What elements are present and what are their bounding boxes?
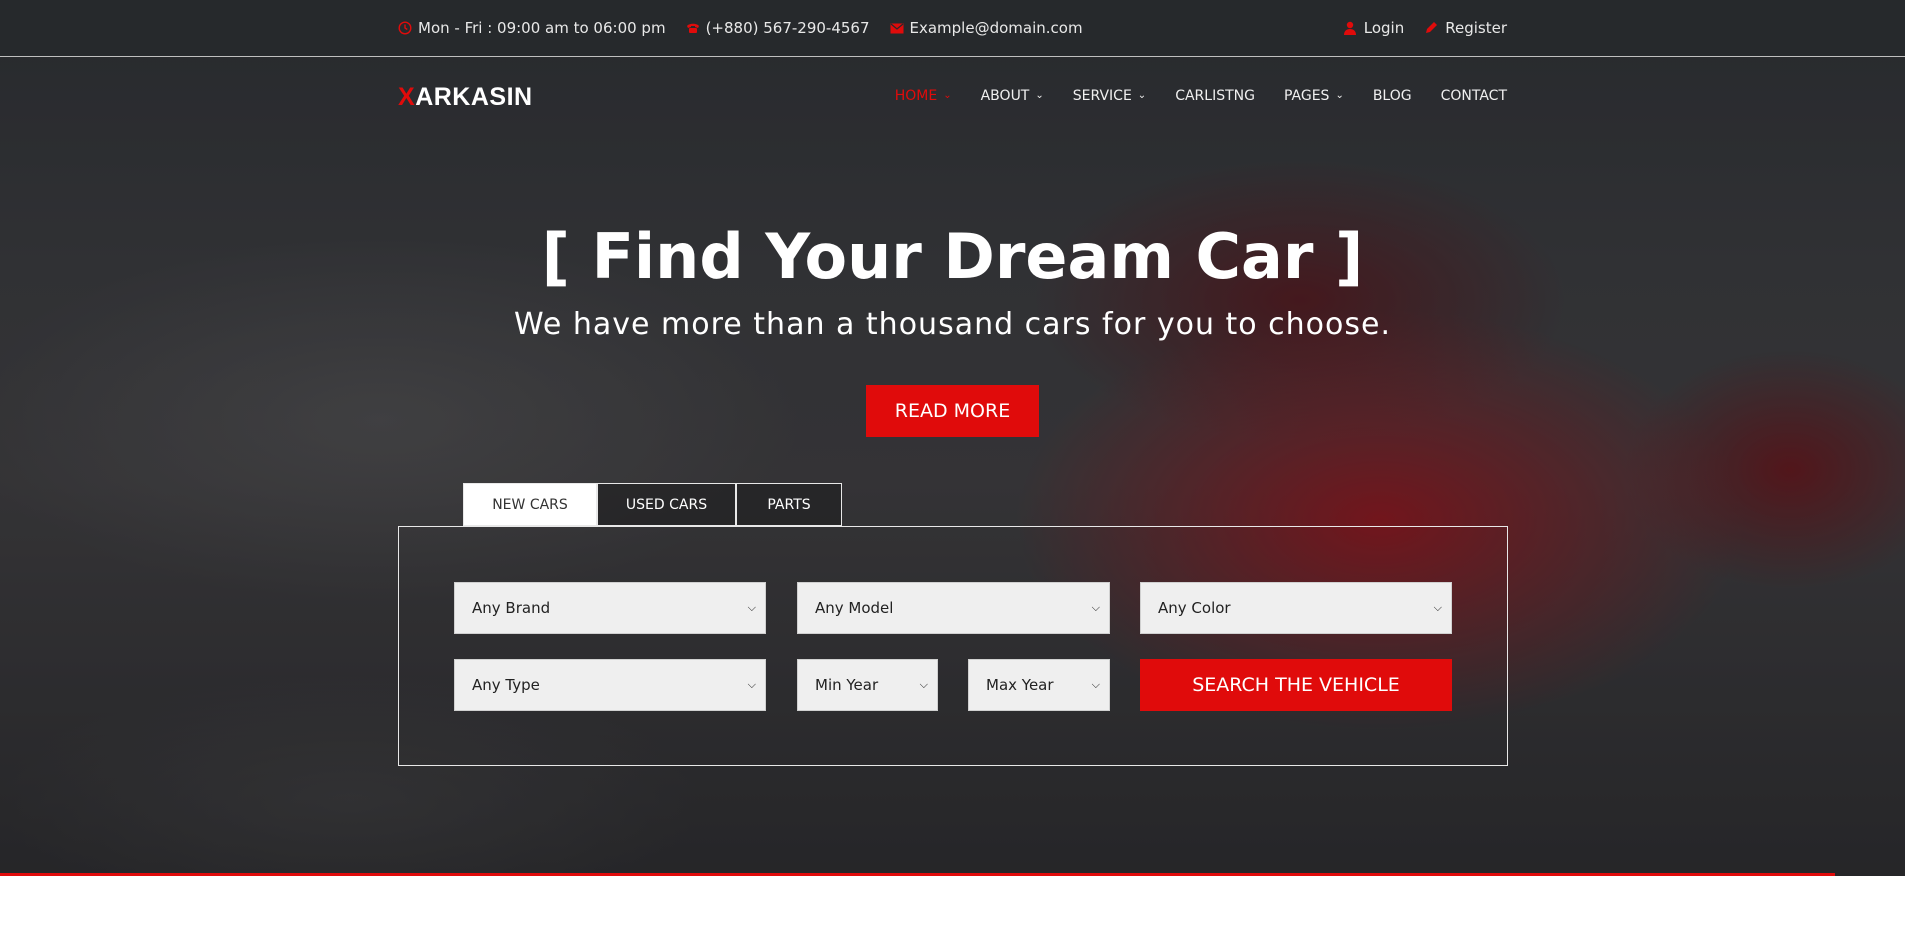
nav-item-blog[interactable]: BLOG (1373, 88, 1412, 104)
register-label[interactable]: Register (1445, 19, 1507, 37)
nav-item-home[interactable]: HOME ⌄ (895, 88, 952, 104)
login-link[interactable]: Login (1343, 19, 1404, 37)
type-select[interactable]: Any Type ⌵ (454, 659, 766, 711)
vehicle-search-panel: Any Brand ⌵ Any Model ⌵ Any Color ⌵ Any … (398, 526, 1508, 766)
nav-home-label: HOME (894, 88, 938, 104)
chevron-down-icon: ⌵ (1091, 601, 1100, 614)
register-link[interactable]: Register (1424, 19, 1507, 37)
pencil-icon (1424, 21, 1438, 35)
nav-about-label: ABOUT (980, 88, 1030, 104)
top-bar: Mon - Fri : 09:00 am to 06:00 pm (+880) … (0, 0, 1905, 57)
nav-blog-label: BLOG (1372, 88, 1412, 104)
chevron-down-icon: ⌵ (1433, 601, 1442, 614)
hours-text: Mon - Fri : 09:00 am to 06:00 pm (418, 19, 666, 37)
user-icon (1343, 21, 1357, 35)
chevron-down-icon: ⌵ (919, 678, 928, 691)
nav-item-contact[interactable]: CONTACT (1441, 88, 1507, 104)
hero-bottom-accent-line (0, 873, 1835, 876)
auth-links: Login Register (1343, 19, 1507, 37)
max-year-select[interactable]: Max Year ⌵ (968, 659, 1110, 711)
nav-service-label: SERVICE (1072, 88, 1132, 104)
logo-accent: X (398, 83, 416, 111)
min-year-select[interactable]: Min Year ⌵ (797, 659, 938, 711)
color-select-value: Any Color (1158, 599, 1231, 617)
contact-info: Mon - Fri : 09:00 am to 06:00 pm (+880) … (398, 19, 1083, 37)
chevron-down-icon: ⌄ (1035, 89, 1044, 101)
chevron-down-icon: ⌄ (1335, 89, 1344, 101)
hero-subtitle: We have more than a thousand cars for yo… (514, 307, 1391, 342)
tab-new-cars[interactable]: NEW CARS (463, 483, 597, 526)
main-menu: HOME ⌄ ABOUT ⌄ SERVICE ⌄ CARLISTNG PAGES… (895, 88, 1507, 104)
tab-used-cars[interactable]: USED CARS (597, 483, 736, 526)
site-logo[interactable]: XARKASIN (398, 83, 533, 112)
nav-item-service[interactable]: SERVICE ⌄ (1073, 88, 1146, 104)
logo-text: ARKASIN (415, 83, 533, 111)
nav-carlisting-label: CARLISTNG (1175, 88, 1255, 104)
brand-select[interactable]: Any Brand ⌵ (454, 582, 766, 634)
phone-icon (686, 22, 700, 34)
clock-icon (398, 21, 412, 35)
email-text[interactable]: Example@domain.com (910, 19, 1083, 37)
read-more-button[interactable]: READ MORE (866, 385, 1039, 437)
min-year-select-value: Min Year (815, 676, 879, 694)
phone-info[interactable]: (+880) 567-290-4567 (686, 19, 870, 37)
login-label[interactable]: Login (1364, 19, 1404, 37)
type-select-value: Any Type (472, 676, 540, 694)
main-navbar: XARKASIN HOME ⌄ ABOUT ⌄ SERVICE ⌄ CARLIS… (0, 58, 1905, 136)
chevron-down-icon: ⌄ (1137, 89, 1147, 101)
search-vehicle-button[interactable]: SEARCH THE VEHICLE (1140, 659, 1452, 711)
nav-item-pages[interactable]: PAGES ⌄ (1284, 88, 1344, 104)
chevron-down-icon: ⌄ (943, 89, 952, 101)
nav-pages-label: PAGES (1283, 88, 1330, 104)
model-select[interactable]: Any Model ⌵ (797, 582, 1110, 634)
color-select[interactable]: Any Color ⌵ (1140, 582, 1452, 634)
brand-select-value: Any Brand (472, 599, 551, 617)
chevron-down-icon: ⌵ (747, 601, 756, 614)
nav-item-about[interactable]: ABOUT ⌄ (981, 88, 1044, 104)
nav-item-carlisting[interactable]: CARLISTNG (1175, 88, 1255, 104)
hours-info: Mon - Fri : 09:00 am to 06:00 pm (398, 19, 666, 37)
email-info[interactable]: Example@domain.com (890, 19, 1083, 37)
phone-text[interactable]: (+880) 567-290-4567 (706, 19, 870, 37)
nav-contact-label: CONTACT (1440, 88, 1507, 104)
search-tabs: NEW CARS USED CARS PARTS (463, 483, 842, 526)
max-year-select-value: Max Year (986, 676, 1054, 694)
chevron-down-icon: ⌵ (747, 678, 756, 691)
tab-parts[interactable]: PARTS (736, 483, 842, 526)
hero-title: [ Find Your Dream Car ] (541, 220, 1364, 293)
model-select-value: Any Model (815, 599, 894, 617)
envelope-icon (890, 23, 904, 34)
chevron-down-icon: ⌵ (1091, 678, 1100, 691)
